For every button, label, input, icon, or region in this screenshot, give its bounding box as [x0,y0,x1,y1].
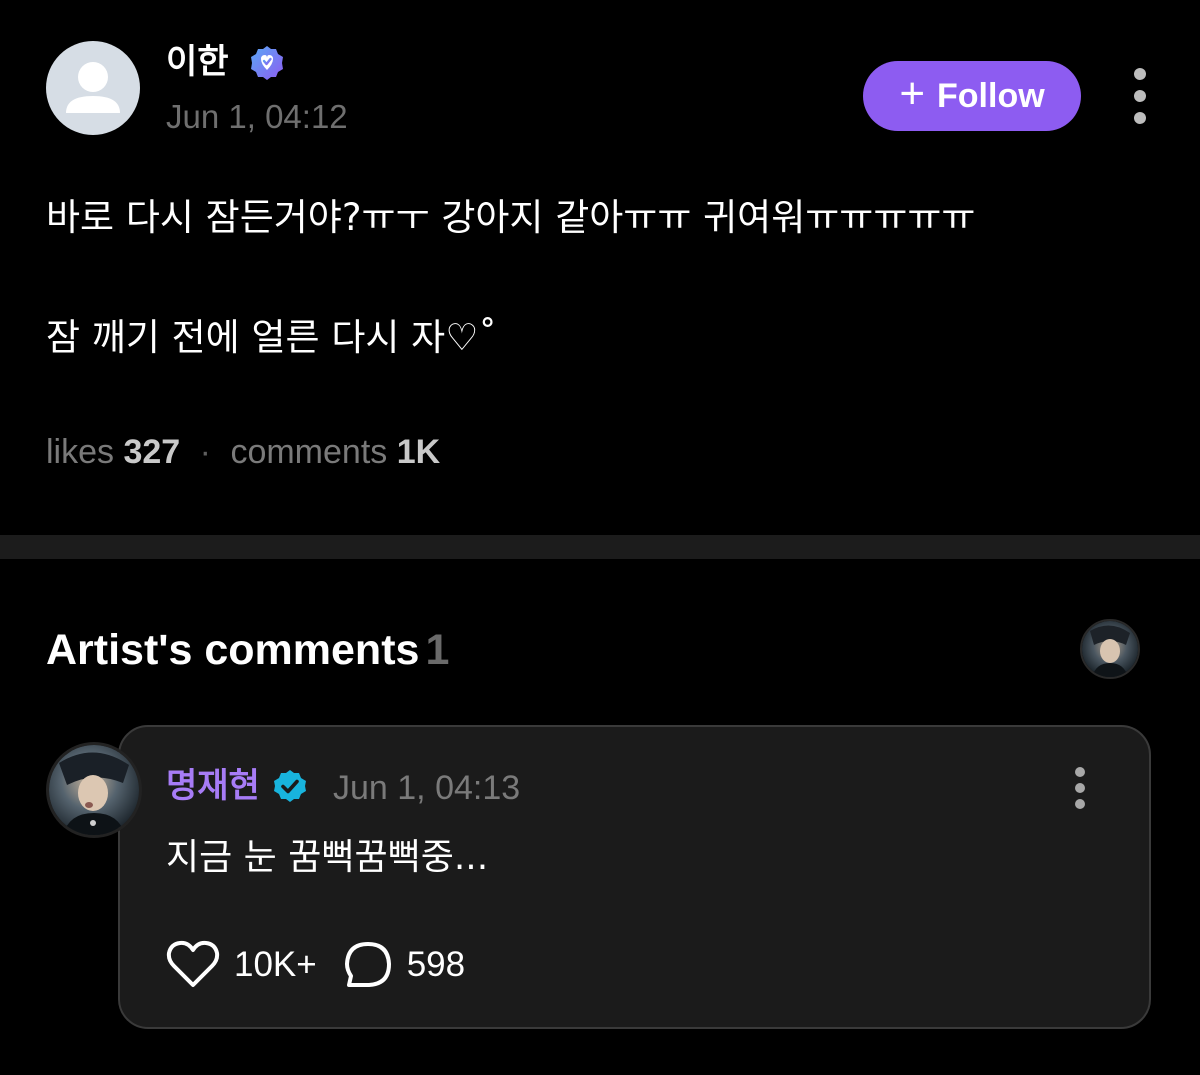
reply-button[interactable]: 598 [343,940,465,990]
speech-bubble-icon [344,942,391,987]
heart-outline-icon [166,940,220,987]
comment-more-options-icon[interactable] [1066,766,1094,810]
plus-icon: + [899,69,926,118]
likes-label[interactable]: likes [46,433,114,471]
artist-photo-icon [1082,621,1138,677]
like-count: 10K+ [234,945,317,984]
more-options-icon[interactable] [1124,66,1156,126]
comment-timestamp: Jun 1, 04:13 [333,769,521,807]
comments-label[interactable]: comments [230,433,387,471]
post-stats: likes 327 · comments 1K [46,430,440,474]
post-body-line: 바로 다시 잠든거야?ㅠㅜ 강아지 같아ㅠㅠ 귀여워ㅠㅠㅠㅠㅠ [46,196,976,239]
comments-count[interactable]: 1K [397,433,440,471]
verified-badge-icon [251,46,283,80]
commenter-avatar[interactable] [46,742,142,838]
commenter-name[interactable]: 명재현 [166,764,260,808]
follow-button[interactable]: + Follow [863,61,1081,131]
likes-count[interactable]: 327 [123,433,180,471]
author-avatar[interactable] [46,41,140,135]
follow-label: Follow [937,76,1045,115]
stats-separator: · [199,433,211,471]
artist-comments-label: Artist's comments [46,626,420,674]
comment-text: 지금 눈 꿈뻑꿈뻑중... [166,837,489,878]
default-avatar-icon [66,62,120,113]
like-button[interactable]: 10K+ [166,940,317,990]
post-body-line: 잠 깨기 전에 얼른 다시 자♡˚ [46,316,497,359]
post-timestamp: Jun 1, 04:12 [166,98,348,135]
author-name[interactable]: 이한 [166,40,229,84]
artist-comments-title: Artist's comments 1 [46,625,449,675]
comment-actions: 10K+ 598 [166,938,465,992]
section-divider [0,535,1200,559]
artist-photo-icon [49,745,139,835]
post-body: 바로 다시 잠든거야?ㅠㅜ 강아지 같아ㅠㅠ 귀여워ㅠㅠㅠㅠㅠ 잠 깨기 전에 … [46,190,1156,366]
artist-avatar-small[interactable] [1080,619,1140,679]
reply-count: 598 [406,945,466,984]
verified-badge-icon [274,770,306,802]
artist-comments-count: 1 [425,626,450,674]
